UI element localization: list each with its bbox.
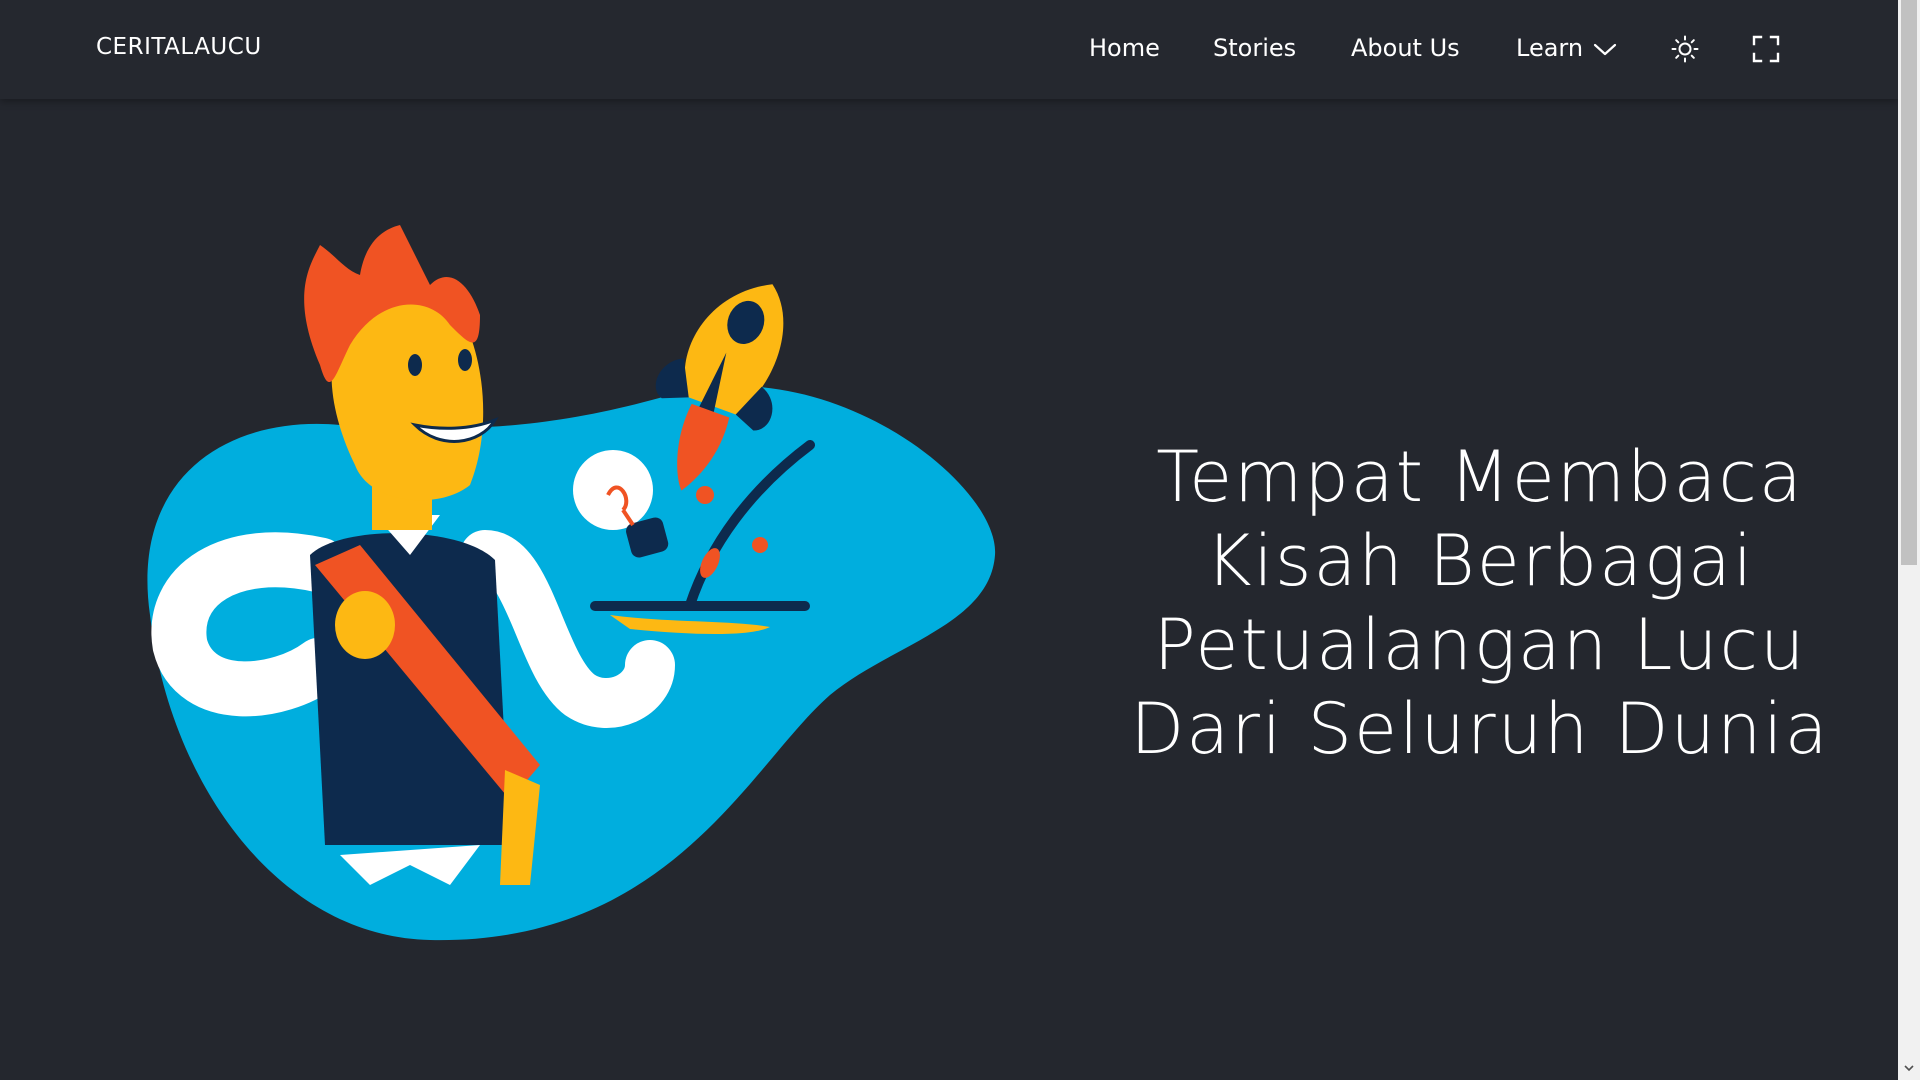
page: CERITALAUCU Home Stories About Us Learn	[0, 0, 1920, 1080]
hero-title: Tempat Membaca Kisah Berbagai Petualanga…	[1130, 436, 1830, 770]
nav-stories[interactable]: Stories	[1213, 34, 1296, 62]
nav-learn[interactable]: Learn	[1516, 34, 1583, 62]
brand-logo[interactable]: CERITALAUCU	[96, 34, 262, 60]
hero-illustration	[147, 225, 996, 941]
navbar: CERITALAUCU Home Stories About Us Learn	[0, 0, 1898, 99]
spark	[752, 537, 768, 553]
fullscreen-icon[interactable]	[1752, 35, 1780, 63]
eye	[408, 354, 422, 376]
eye	[458, 349, 472, 371]
hand	[335, 591, 395, 659]
chevron-down-icon[interactable]	[1593, 38, 1617, 62]
nav-home[interactable]: Home	[1089, 34, 1160, 62]
scroll-down-arrow-icon[interactable]	[1903, 1062, 1915, 1074]
nav-about-us[interactable]: About Us	[1351, 34, 1460, 62]
sun-icon[interactable]	[1671, 35, 1699, 63]
laptop-base	[590, 601, 810, 611]
spark	[696, 486, 714, 504]
scrollbar-thumb[interactable]	[1901, 0, 1917, 565]
